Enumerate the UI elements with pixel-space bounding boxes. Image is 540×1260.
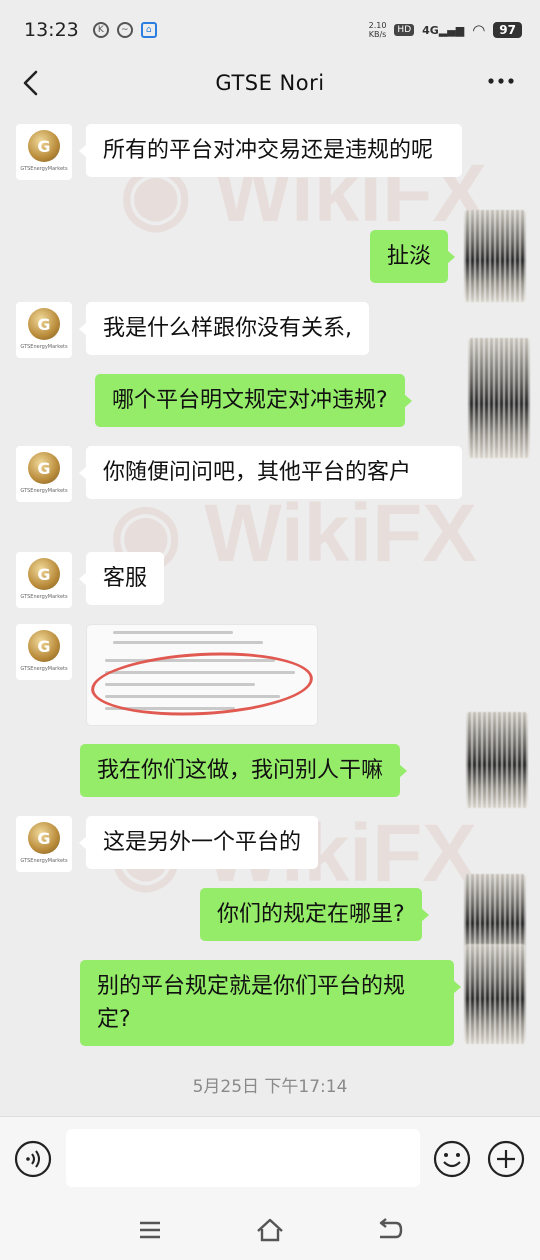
chat-header: GTSE Nori — [0, 60, 540, 106]
battery-level: 97 — [499, 23, 516, 37]
menu-icon[interactable] — [134, 1214, 166, 1246]
self-avatar[interactable] — [468, 338, 530, 458]
net-speed: 2.10 KB/s — [369, 21, 387, 39]
system-navigation-bar — [0, 1200, 540, 1260]
message-bubble-sent[interactable]: 别的平台规定就是你们平台的规定? — [80, 960, 461, 1046]
hd-badge: HD — [394, 24, 415, 36]
more-options-icon[interactable] — [486, 66, 516, 96]
image-message[interactable] — [86, 624, 318, 726]
avatar-brand-text: GTSEnergyMarkets — [20, 344, 68, 350]
message-bubble-sent[interactable]: 你们的规定在哪里? — [200, 888, 429, 941]
self-avatar[interactable] — [464, 944, 526, 1044]
gtse-logo-icon: G — [28, 558, 60, 590]
net-speed-value: 2.10 — [368, 21, 387, 30]
message-input[interactable] — [66, 1129, 420, 1187]
emoji-icon[interactable] — [432, 1139, 472, 1179]
contact-avatar[interactable]: G GTSEnergyMarkets — [16, 816, 72, 872]
message-bubble-received[interactable]: 我是什么样跟你没有关系, — [79, 302, 369, 355]
watermark-text: WikiFX — [204, 488, 477, 579]
self-avatar[interactable] — [464, 210, 526, 302]
message-bubble-received[interactable]: 这是另外一个平台的 — [78, 816, 319, 869]
avatar-brand-text: GTSEnergyMarkets — [20, 666, 68, 672]
voice-input-icon[interactable] — [13, 1139, 53, 1179]
gtse-logo-icon: G — [28, 452, 60, 484]
wechat-notification-icon: ~ — [116, 22, 133, 38]
status-bar: 13:23 K ~ ⌂ 2.10 KB/s HD 4G▂▄▆ ◠ 97 — [0, 0, 540, 60]
home-icon[interactable] — [254, 1214, 286, 1246]
back-arrow-icon[interactable] — [18, 68, 46, 98]
chat-title: GTSE Nori — [215, 71, 325, 95]
gtse-logo-icon: G — [28, 822, 60, 854]
gtse-logo-icon: G — [28, 130, 60, 162]
message-bubble-received[interactable]: 所有的平台对冲交易还是违规的呢 — [79, 124, 462, 177]
contact-avatar[interactable]: G GTSEnergyMarkets — [16, 124, 72, 180]
avatar-brand-text: GTSEnergyMarkets — [20, 488, 68, 494]
signal-icon: 4G▂▄▆ — [422, 23, 465, 37]
back-icon[interactable] — [374, 1214, 406, 1246]
signal-label: 4G — [422, 23, 439, 37]
avatar-brand-text: GTSEnergyMarkets — [20, 858, 68, 864]
app-notification-icon: ⌂ — [140, 22, 157, 38]
status-system-icons: 2.10 KB/s HD 4G▂▄▆ ◠ 97 — [369, 21, 522, 39]
contact-avatar[interactable]: G GTSEnergyMarkets — [16, 552, 72, 608]
avatar-brand-text: GTSEnergyMarkets — [20, 166, 68, 172]
avatar-brand-text: GTSEnergyMarkets — [20, 594, 68, 600]
gtse-logo-icon: G — [28, 630, 60, 662]
net-speed-unit: KB/s — [368, 30, 387, 39]
message-bubble-received[interactable]: 你随便问问吧，其他平台的客户 — [79, 446, 462, 499]
input-bar — [0, 1116, 540, 1200]
status-time: 13:23 — [24, 19, 79, 41]
battery-icon: 97 — [493, 22, 522, 38]
message-bubble-sent[interactable]: 哪个平台明文规定对冲违规? — [95, 374, 412, 427]
contact-avatar[interactable]: G GTSEnergyMarkets — [16, 624, 72, 680]
message-timestamp: 5月25日 下午17:14 — [192, 1077, 348, 1097]
message-bubble-sent[interactable]: 扯淡 — [370, 230, 456, 283]
k-app-notification-icon: K — [92, 22, 109, 38]
add-attachment-icon[interactable] — [486, 1139, 526, 1179]
watermark-logo: ◉ WikiFX — [110, 488, 477, 579]
contact-avatar[interactable]: G GTSEnergyMarkets — [16, 446, 72, 502]
message-bubble-sent[interactable]: 我在你们这做，我问别人干嘛 — [80, 744, 408, 797]
contact-avatar[interactable]: G GTSEnergyMarkets — [16, 302, 72, 358]
message-list[interactable]: ◉ WikiFX ◉ WikiFX ◉ WikiFX G GTSEnergyMa… — [0, 106, 540, 1116]
wifi-icon: ◠ — [472, 21, 486, 39]
self-avatar[interactable] — [466, 712, 528, 808]
gtse-logo-icon: G — [28, 308, 60, 340]
status-notification-icons: K ~ ⌂ — [92, 22, 157, 38]
message-bubble-received[interactable]: 客服 — [78, 552, 165, 605]
